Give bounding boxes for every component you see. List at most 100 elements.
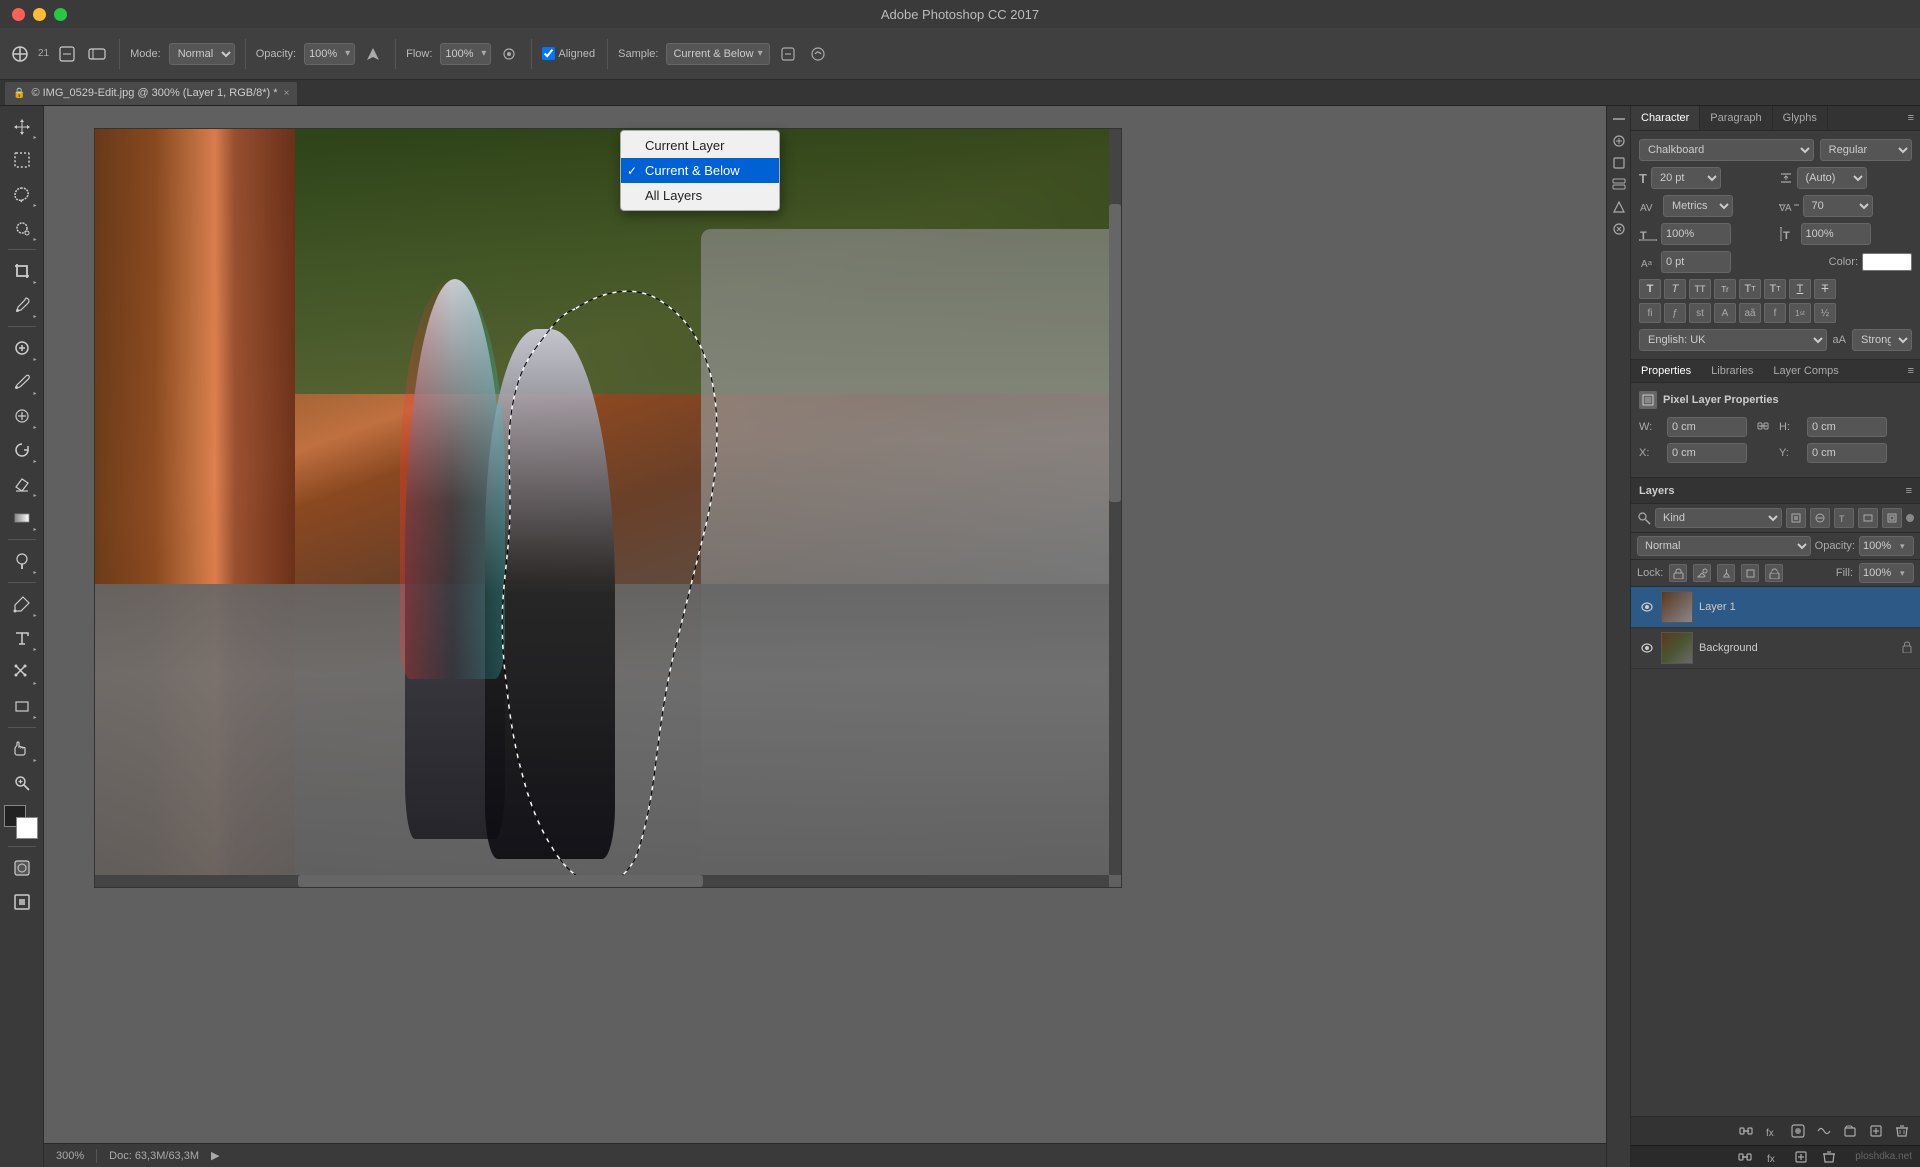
close-button[interactable] xyxy=(12,8,25,21)
discretionary-btn[interactable]: ƒ xyxy=(1664,303,1686,323)
right-icon-4[interactable] xyxy=(1610,198,1628,216)
layers-filter-select[interactable]: Kind xyxy=(1655,508,1782,528)
lock-position-btn[interactable] xyxy=(1717,564,1735,582)
strikethrough-btn[interactable]: T xyxy=(1814,279,1836,299)
right-icon-5[interactable] xyxy=(1610,220,1628,238)
right-icon-3[interactable] xyxy=(1610,176,1628,194)
filter-toggle-dot[interactable] xyxy=(1906,514,1914,522)
right-icon-1[interactable] xyxy=(1610,132,1628,150)
underline-btn[interactable]: T xyxy=(1789,279,1811,299)
opacity-pressure-icon[interactable] xyxy=(361,42,385,66)
quick-mask-tool[interactable] xyxy=(6,852,38,884)
flow-input[interactable] xyxy=(445,48,481,60)
font-size-input[interactable]: 20 pt xyxy=(1651,167,1721,189)
doc-tab[interactable]: 🔒 © IMG_0529-Edit.jpg @ 300% (Layer 1, R… xyxy=(4,81,298,105)
kerning-select[interactable]: Metrics xyxy=(1663,195,1733,217)
small-caps-btn[interactable]: Tr xyxy=(1714,279,1736,299)
subscript-btn[interactable]: TT xyxy=(1764,279,1786,299)
faux-italic-btn[interactable]: T xyxy=(1664,279,1686,299)
bottom-trash-btn[interactable] xyxy=(1819,1147,1839,1167)
fraction-f-btn[interactable]: f xyxy=(1764,303,1786,323)
sample-current-below[interactable]: ✓ Current & Below xyxy=(621,158,779,183)
sample-current-layer[interactable]: Current Layer xyxy=(621,133,779,158)
layers-opacity-input[interactable] xyxy=(1860,536,1900,556)
layer-item-layer1[interactable]: Layer 1 xyxy=(1631,587,1920,628)
maximize-button[interactable] xyxy=(54,8,67,21)
filter-type-btn[interactable]: T xyxy=(1834,508,1854,528)
layer-item-background[interactable]: Background xyxy=(1631,628,1920,669)
filter-pixel-btn[interactable] xyxy=(1786,508,1806,528)
layers-fill-input[interactable] xyxy=(1860,563,1900,583)
ignore-adjust-icon[interactable] xyxy=(776,42,800,66)
all-caps-btn[interactable]: TT xyxy=(1689,279,1711,299)
add-adjustment-btn[interactable] xyxy=(1814,1121,1834,1141)
tab-libraries[interactable]: Libraries xyxy=(1701,360,1763,382)
lock-transparent-btn[interactable] xyxy=(1669,564,1687,582)
x-input[interactable] xyxy=(1667,443,1747,463)
oldstyle-btn[interactable]: aã xyxy=(1739,303,1761,323)
font-family-select[interactable]: Chalkboard xyxy=(1639,139,1814,161)
add-group-btn[interactable] xyxy=(1840,1121,1860,1141)
add-mask-btn[interactable] xyxy=(1788,1121,1808,1141)
canvas-image[interactable]: @keyframes march { to { stroke-dashoffse… xyxy=(94,128,1122,888)
right-collapse-icon[interactable] xyxy=(1610,110,1628,128)
bottom-link-btn[interactable] xyxy=(1735,1147,1755,1167)
background-color[interactable] xyxy=(16,817,38,839)
tab-properties[interactable]: Properties xyxy=(1631,360,1701,382)
canvas-area[interactable]: @keyframes march { to { stroke-dashoffse… xyxy=(44,106,1606,1167)
opacity-input[interactable] xyxy=(309,48,345,60)
minimize-button[interactable] xyxy=(33,8,46,21)
anti-alias-select[interactable]: Strong xyxy=(1852,329,1912,351)
brush-preset-icon[interactable] xyxy=(55,42,79,66)
healing-option-icon[interactable] xyxy=(806,42,830,66)
doc-tab-close[interactable]: × xyxy=(284,88,290,99)
tool-options-icon[interactable] xyxy=(8,42,32,66)
layer1-visibility[interactable] xyxy=(1639,599,1655,615)
sample-all-layers[interactable]: All Layers xyxy=(621,183,779,208)
bottom-fx-btn[interactable]: fx xyxy=(1763,1147,1783,1167)
y-input[interactable] xyxy=(1807,443,1887,463)
stylistic-btn[interactable]: A xyxy=(1714,303,1736,323)
v-scrollbar[interactable] xyxy=(1109,129,1121,875)
aligned-checkbox[interactable] xyxy=(542,47,555,60)
background-visibility[interactable] xyxy=(1639,640,1655,656)
language-select[interactable]: English: UK xyxy=(1639,329,1827,351)
sample-select-button[interactable]: Current & Below ▾ xyxy=(666,43,769,65)
ligature-btn[interactable]: fi xyxy=(1639,303,1661,323)
brush-settings-icon[interactable] xyxy=(85,42,109,66)
props-expand[interactable]: ≡ xyxy=(1902,365,1920,377)
char-panel-expand[interactable]: ≡ xyxy=(1902,112,1920,124)
airbrush-icon[interactable] xyxy=(497,42,521,66)
arrow-button[interactable]: ▶ xyxy=(211,1149,219,1162)
alt-ligature-btn[interactable]: st xyxy=(1689,303,1711,323)
h-scrollbar[interactable] xyxy=(95,875,1109,887)
link-icon[interactable] xyxy=(1755,418,1771,437)
bottom-new-btn[interactable] xyxy=(1791,1147,1811,1167)
zoom-tool[interactable] xyxy=(6,767,38,799)
filter-shape-btn[interactable] xyxy=(1858,508,1878,528)
ordinal-btn[interactable]: 1st xyxy=(1789,303,1811,323)
add-style-btn[interactable]: fx xyxy=(1762,1121,1782,1141)
scale-h-input[interactable] xyxy=(1661,223,1731,245)
lock-all-btn[interactable] xyxy=(1765,564,1783,582)
w-input[interactable] xyxy=(1667,417,1747,437)
frame-select-tool[interactable] xyxy=(6,886,38,918)
baseline-input[interactable] xyxy=(1661,251,1731,273)
h-scrollbar-thumb[interactable] xyxy=(298,875,704,887)
superscript-btn[interactable]: TT xyxy=(1739,279,1761,299)
tracking-input[interactable]: 70 xyxy=(1803,195,1873,217)
filter-smart-btn[interactable] xyxy=(1882,508,1902,528)
add-layer-btn[interactable] xyxy=(1866,1121,1886,1141)
faux-bold-btn[interactable]: T xyxy=(1639,279,1661,299)
lock-image-btn[interactable] xyxy=(1693,564,1711,582)
h-input[interactable] xyxy=(1807,417,1887,437)
mode-select[interactable]: Normal xyxy=(169,43,235,65)
rectangle-select-tool[interactable] xyxy=(6,144,38,176)
tab-paragraph[interactable]: Paragraph xyxy=(1700,106,1772,130)
delete-layer-btn[interactable] xyxy=(1892,1121,1912,1141)
tab-layer-comps[interactable]: Layer Comps xyxy=(1763,360,1848,382)
v-scrollbar-thumb[interactable] xyxy=(1109,204,1121,502)
link-layers-btn[interactable] xyxy=(1736,1121,1756,1141)
lock-artboard-btn[interactable] xyxy=(1741,564,1759,582)
tab-glyphs[interactable]: Glyphs xyxy=(1773,106,1828,130)
